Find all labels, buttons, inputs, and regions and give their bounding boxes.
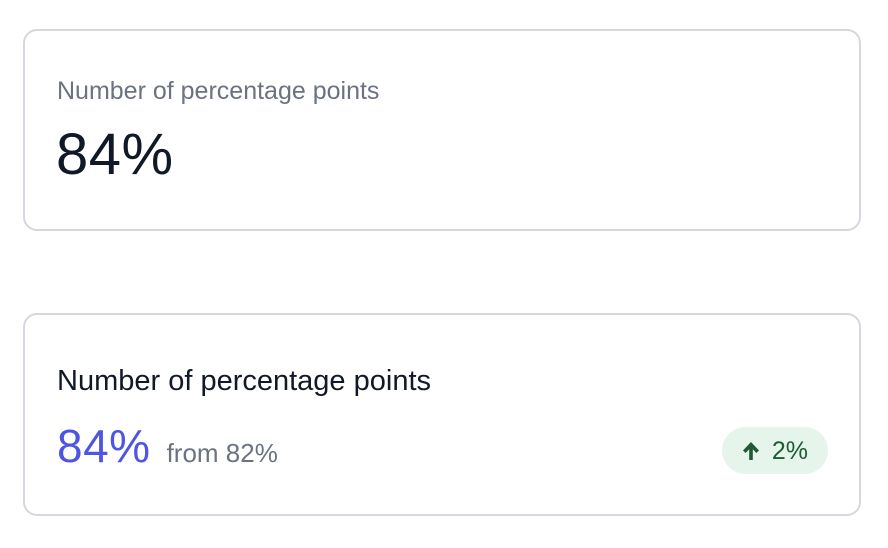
- stat-label: Number of percentage points: [57, 365, 431, 397]
- stat-value: 84%: [57, 420, 151, 472]
- stat-value: 84%: [56, 122, 174, 187]
- stat-previous-value: from 82%: [166, 438, 278, 468]
- change-value: 2%: [771, 436, 808, 465]
- stat-label: Number of percentage points: [57, 77, 380, 105]
- stat-card-simple: Number of percentage points 84%: [23, 29, 861, 231]
- arrow-up-icon: [740, 440, 762, 462]
- change-badge: 2%: [721, 427, 828, 474]
- stat-value-row: 84% from 82%: [57, 419, 278, 473]
- stat-card-with-change: Number of percentage points 84% from 82%…: [23, 313, 861, 516]
